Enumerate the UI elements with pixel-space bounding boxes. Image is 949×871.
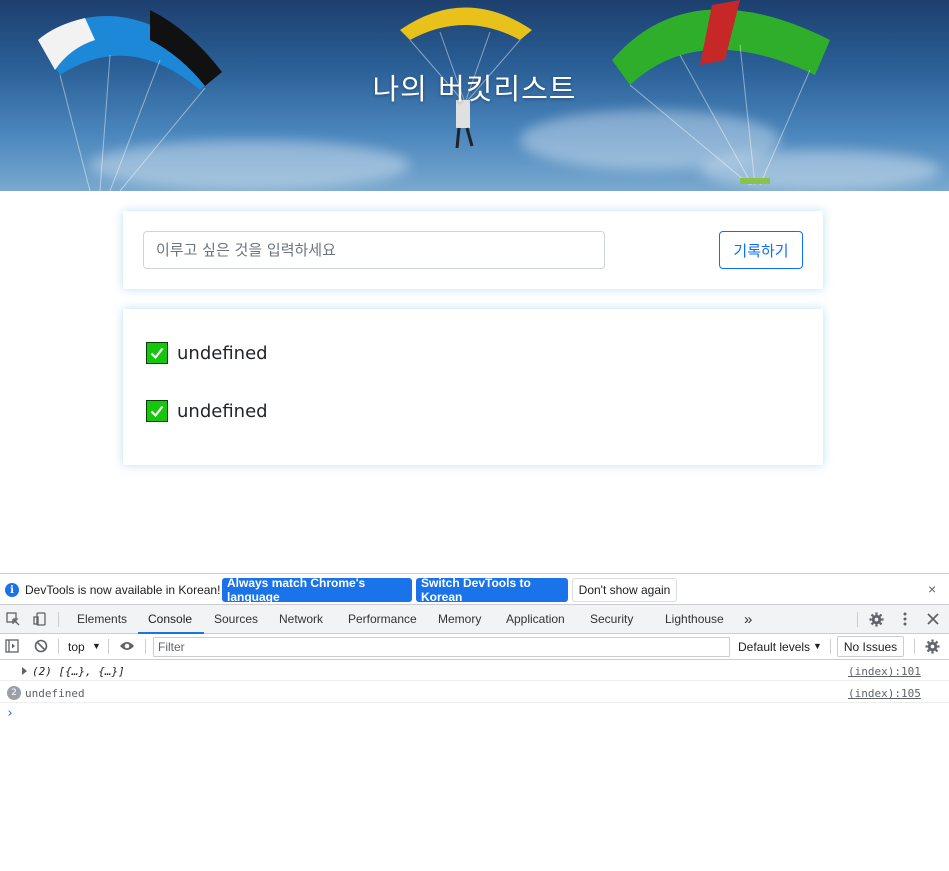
log-source-link[interactable]: (index):101 [848, 665, 921, 678]
expand-arrow-icon[interactable] [22, 667, 27, 675]
device-toolbar-icon[interactable] [32, 611, 48, 627]
log-message: (2) [{…}, {…}] [32, 665, 125, 678]
save-button[interactable]: 기록하기 [719, 231, 803, 269]
repeat-count-badge: 2 [7, 686, 21, 700]
tab-sources[interactable]: Sources [214, 605, 258, 633]
check-mark-icon[interactable] [146, 342, 168, 364]
log-source-link[interactable]: (index):105 [848, 687, 921, 700]
eye-icon[interactable] [119, 638, 135, 654]
switch-korean-button[interactable]: Switch DevTools to Korean [416, 576, 568, 604]
bucket-item: undefined [146, 341, 268, 365]
close-devtools-icon[interactable] [925, 611, 941, 627]
bucket-item-text: undefined [177, 400, 268, 422]
match-language-button[interactable]: Always match Chrome's language [222, 576, 412, 604]
bucket-list-card: undefined undefined [123, 309, 823, 465]
clear-console-icon[interactable] [33, 638, 49, 654]
tab-performance[interactable]: Performance [348, 605, 417, 633]
close-icon[interactable]: × [928, 581, 936, 597]
hero-banner: 나의 버킷리스트 [0, 0, 949, 191]
dont-show-again-button[interactable]: Don't show again [572, 578, 677, 602]
info-icon: i [5, 583, 19, 597]
settings-gear-icon[interactable] [868, 611, 884, 627]
log-message: undefined [25, 687, 85, 700]
tab-security[interactable]: Security [590, 605, 633, 633]
devtools-panel: i DevTools is now available in Korean! A… [0, 573, 949, 871]
input-card: 기록하기 [123, 211, 823, 289]
console-log-row[interactable]: 2 undefined (index):105 [0, 682, 949, 703]
tab-application[interactable]: Application [506, 605, 565, 633]
tab-memory[interactable]: Memory [438, 605, 481, 633]
chevron-down-icon[interactable]: ▼ [92, 641, 101, 651]
check-mark-icon[interactable] [146, 400, 168, 422]
console-toolbar: top ▼ Default levels ▼ No Issues [0, 634, 949, 660]
bucket-item-text: undefined [177, 342, 268, 364]
console-prompt[interactable]: › [6, 706, 14, 721]
kebab-menu-icon[interactable] [897, 611, 913, 627]
context-selector[interactable]: top [68, 640, 85, 654]
console-settings-gear-icon[interactable] [924, 638, 940, 654]
tab-elements[interactable]: Elements [77, 605, 127, 633]
devtools-tabbar: Elements Console Sources Network Perform… [0, 605, 949, 634]
devtools-infobar: i DevTools is now available in Korean! A… [0, 574, 949, 605]
inspect-element-icon[interactable] [5, 611, 21, 627]
no-issues-button[interactable]: No Issues [837, 636, 904, 657]
more-tabs-icon[interactable]: » [744, 605, 752, 633]
tab-console[interactable]: Console [137, 605, 205, 634]
page-title: 나의 버킷리스트 [372, 72, 577, 106]
infobar-message: DevTools is now available in Korean! [25, 583, 221, 597]
log-levels-dropdown[interactable]: Default levels [738, 640, 810, 654]
web-page: 나의 버킷리스트 기록하기 undefined undefined [0, 0, 949, 573]
tab-lighthouse[interactable]: Lighthouse [665, 605, 724, 633]
filter-input[interactable] [153, 637, 730, 657]
tab-network[interactable]: Network [279, 605, 323, 633]
chevron-down-icon[interactable]: ▼ [813, 641, 822, 651]
sidebar-toggle-icon[interactable] [4, 638, 20, 654]
bucket-input[interactable] [143, 231, 605, 269]
bucket-item: undefined [146, 399, 268, 423]
console-log-row[interactable]: (2) [{…}, {…}] (index):101 [0, 660, 949, 681]
